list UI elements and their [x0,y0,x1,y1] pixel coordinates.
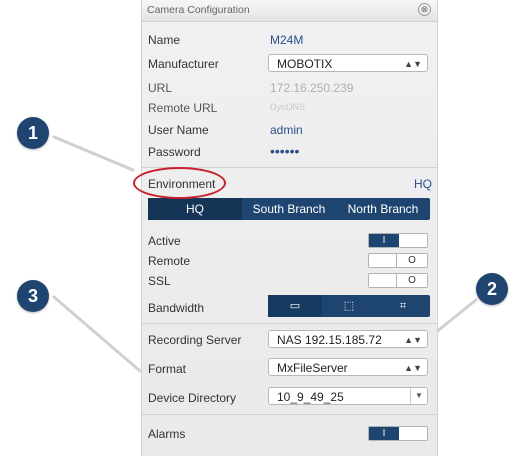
bandwidth-medium-icon[interactable]: ⬚ [322,295,376,317]
format-value: MxFileServer [277,361,348,375]
ssl-toggle[interactable]: O [368,273,428,288]
chevron-updown-icon: ▲▼ [404,363,422,373]
divider [142,323,437,324]
camera-configuration-panel: Camera Configuration ⊗ Name M24M Manufac… [141,0,438,456]
tab-north-branch[interactable]: North Branch [336,198,430,220]
remote-toggle[interactable]: O [368,253,428,268]
recording-server-label: Recording Server [148,333,242,347]
callout-badge-3: 3 [17,280,49,312]
alarms-label: Alarms [148,427,186,441]
tab-south-branch[interactable]: South Branch [242,198,336,220]
chevron-updown-icon: ▲▼ [404,59,422,69]
bandwidth-selector: ▭ ⬚ ⌗ [268,295,430,317]
active-toggle[interactable]: I [368,233,428,248]
device-directory-combo[interactable]: 10_9_49_25 ▼ [268,387,428,405]
manufacturer-label: Manufacturer [148,57,219,71]
environment-highlight-circle [133,167,226,199]
url-value[interactable]: 172.16.250.239 [270,81,353,95]
name-value[interactable]: M24M [270,33,303,47]
callout-badge-1: 1 [17,117,49,149]
callout-badge-2: 2 [476,273,508,305]
remote-url-label: Remote URL [148,101,218,115]
remote-toggle-state: O [396,254,427,267]
close-icon[interactable]: ⊗ [418,3,431,16]
active-toggle-state: I [369,234,399,247]
ssl-toggle-state: O [396,274,427,287]
alarms-toggle-state: I [369,427,399,440]
remote-url-value[interactable]: DynDNS [270,102,305,112]
active-label: Active [148,234,181,248]
user-name-label: User Name [148,123,209,137]
device-directory-label: Device Directory [148,391,237,405]
divider [142,414,437,415]
recording-server-select[interactable]: NAS 192.15.185.72 ▲▼ [268,330,428,348]
remote-label: Remote [148,254,191,268]
environment-value: HQ [414,177,432,191]
title-bar: Camera Configuration ⊗ [142,0,437,22]
recording-server-value: NAS 192.15.185.72 [277,333,382,347]
user-name-value[interactable]: admin [270,123,303,137]
bandwidth-low-icon[interactable]: ⌗ [376,295,430,317]
name-label: Name [148,33,181,47]
format-label: Format [148,362,187,376]
environment-tabs: HQ South Branch North Branch [148,198,430,220]
chevron-updown-icon: ▲▼ [404,335,422,345]
window-title: Camera Configuration [147,4,250,16]
manufacturer-value: MOBOTIX [277,57,333,71]
tab-hq[interactable]: HQ [148,198,242,220]
format-select[interactable]: MxFileServer ▲▼ [268,358,428,376]
password-label: Password [148,145,201,159]
password-value[interactable]: •••••• [270,143,299,159]
bandwidth-high-icon[interactable]: ▭ [268,295,322,317]
ssl-label: SSL [148,274,171,288]
url-label: URL [148,81,173,95]
bandwidth-label: Bandwidth [148,301,205,315]
chevron-down-icon[interactable]: ▼ [410,388,427,404]
device-directory-value: 10_9_49_25 [277,390,344,404]
alarms-toggle[interactable]: I [368,426,428,441]
manufacturer-select[interactable]: MOBOTIX ▲▼ [268,54,428,72]
